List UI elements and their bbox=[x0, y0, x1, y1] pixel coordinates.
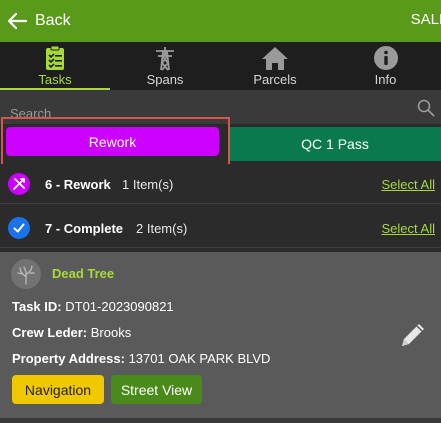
power-tower-icon bbox=[151, 45, 179, 71]
property-address-row: Property Address: 13701 OAK PARK BLVD bbox=[12, 351, 270, 366]
back-label: Back bbox=[35, 12, 71, 29]
tab-info-label: Info bbox=[374, 72, 397, 87]
tab-info[interactable]: Info bbox=[330, 42, 441, 90]
highlight-box bbox=[1, 117, 230, 171]
task-id-row: Task ID: DT01-2023090821 bbox=[12, 299, 174, 314]
app-header: Back SALE bbox=[0, 0, 441, 42]
arrow-left-icon bbox=[7, 12, 28, 30]
tab-parcels[interactable]: Parcels bbox=[220, 42, 330, 90]
tab-spans[interactable]: Spans bbox=[110, 42, 220, 90]
info-icon bbox=[372, 45, 400, 71]
group-row-rework[interactable]: 6 - Rework 1 Item(s) Select All bbox=[0, 164, 441, 204]
back-button[interactable]: Back bbox=[6, 9, 71, 33]
tab-bar: Tasks Spans Parcels Info bbox=[0, 42, 441, 90]
group-title: 6 - Rework bbox=[45, 177, 111, 192]
clipboard-checklist-icon bbox=[41, 45, 69, 71]
tools-icon bbox=[8, 173, 30, 195]
group-count: 1 Item(s) bbox=[122, 177, 174, 192]
task-title: Dead Tree bbox=[52, 266, 115, 281]
select-all-link[interactable]: Select All bbox=[382, 221, 435, 236]
app-root: Back SALE Tasks bbox=[0, 0, 441, 423]
street-view-button[interactable]: Street View bbox=[111, 375, 202, 404]
dead-tree-icon bbox=[11, 259, 41, 289]
crew-leader-label: Crew Leder: bbox=[12, 325, 88, 340]
search-icon[interactable] bbox=[417, 99, 435, 117]
navigation-button[interactable]: Navigation bbox=[12, 375, 104, 404]
task-card[interactable]: Dead Tree Task ID: DT01-2023090821 Crew … bbox=[0, 252, 441, 418]
crew-leader-value: Brooks bbox=[90, 325, 132, 340]
header-title: SALE bbox=[410, 11, 441, 28]
property-address-label: Property Address: bbox=[12, 351, 125, 366]
property-address-value: 13701 OAK PARK BLVD bbox=[128, 351, 271, 366]
group-count: 2 Item(s) bbox=[136, 221, 188, 236]
check-circle-icon bbox=[8, 217, 30, 239]
tab-tasks-label: Tasks bbox=[38, 72, 72, 87]
bottom-divider bbox=[0, 418, 441, 423]
filter-bar: QC 1 Pass Rework bbox=[0, 117, 441, 171]
group-row-complete[interactable]: 7 - Complete 2 Item(s) Select All bbox=[0, 208, 441, 248]
select-all-link[interactable]: Select All bbox=[382, 177, 435, 192]
task-id-value: DT01-2023090821 bbox=[65, 299, 174, 314]
task-id-label: Task ID: bbox=[12, 299, 62, 314]
tab-spans-label: Spans bbox=[146, 72, 184, 87]
pencil-icon[interactable] bbox=[396, 318, 430, 352]
tab-parcels-label: Parcels bbox=[253, 72, 297, 87]
crew-leader-row: Crew Leder: Brooks bbox=[12, 325, 131, 340]
house-icon bbox=[261, 45, 289, 71]
qc-1-pass-filter-button[interactable]: QC 1 Pass bbox=[229, 127, 441, 161]
tab-tasks[interactable]: Tasks bbox=[0, 42, 110, 90]
group-title: 7 - Complete bbox=[45, 221, 124, 236]
